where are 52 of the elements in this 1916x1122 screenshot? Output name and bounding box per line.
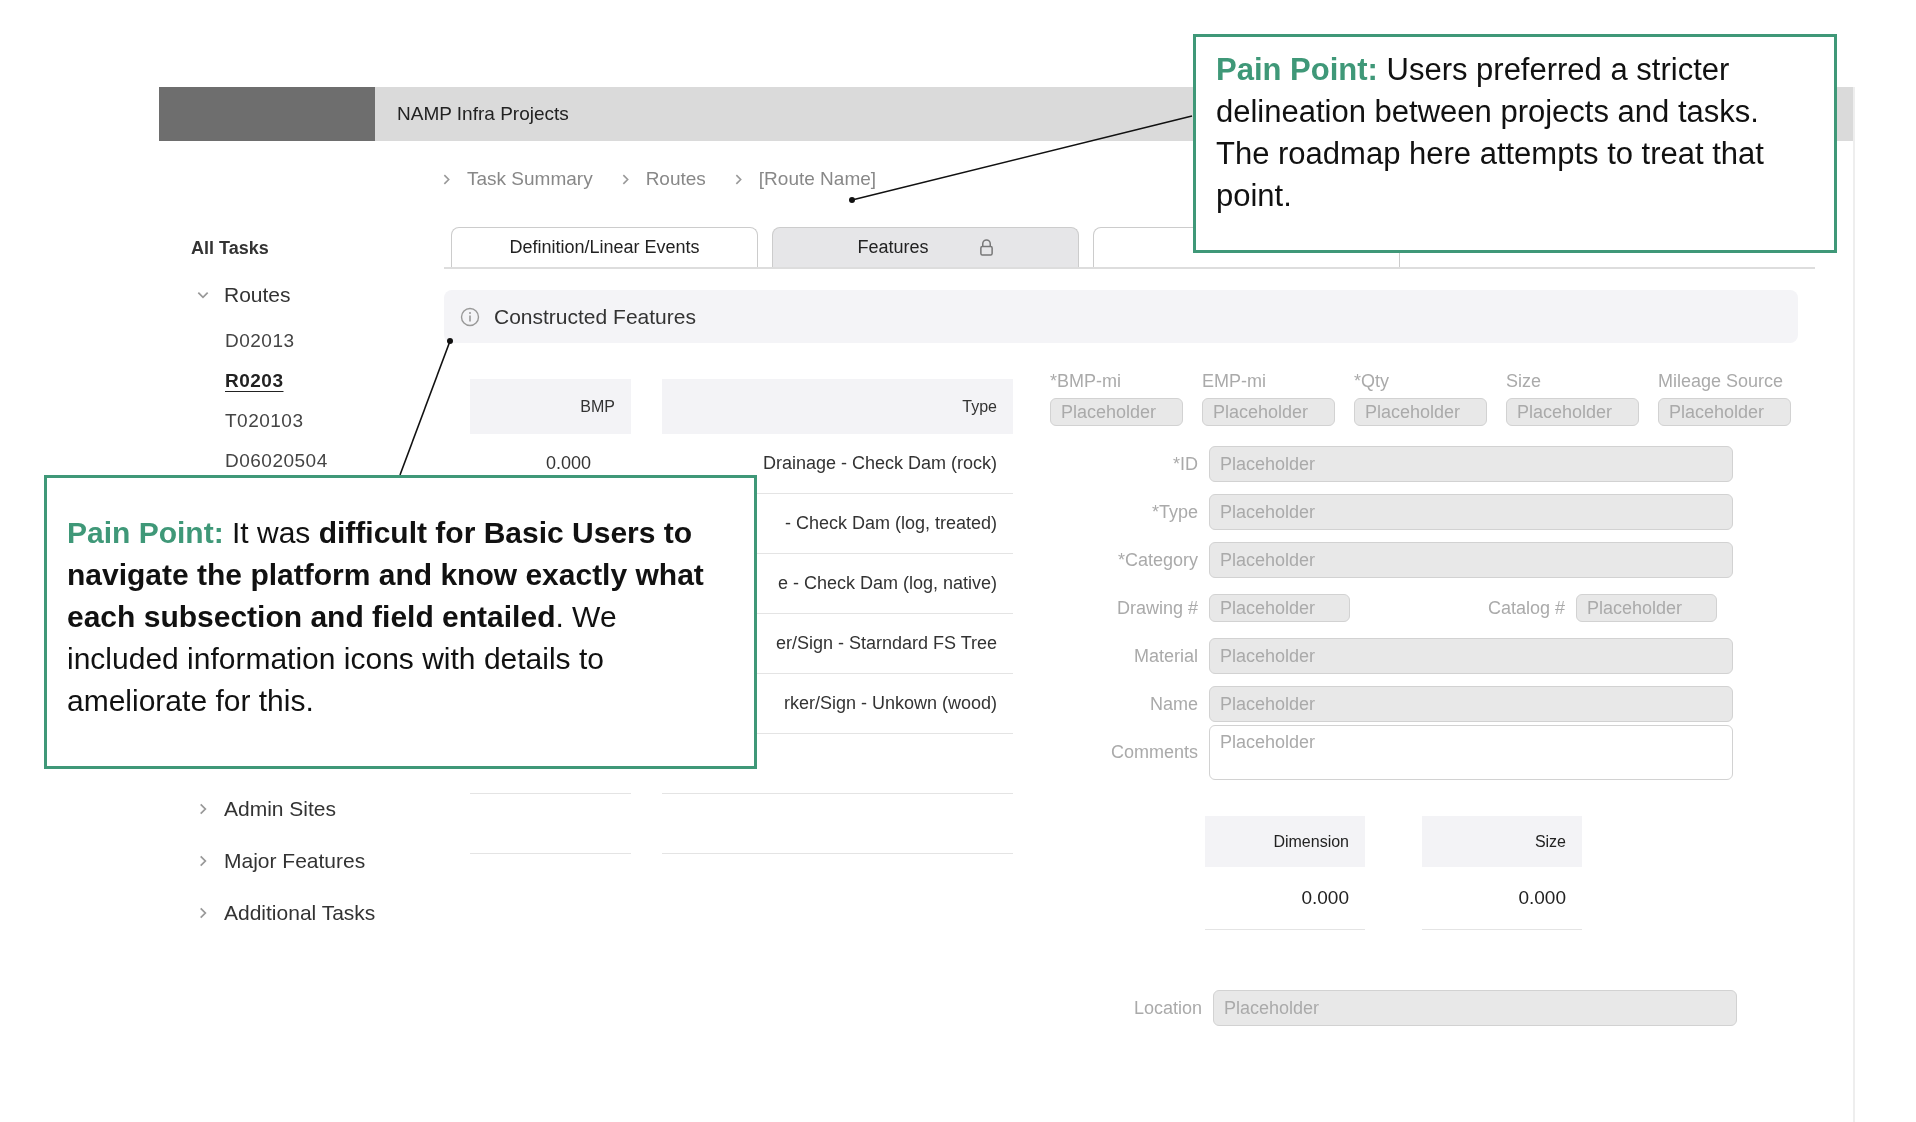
input-field[interactable]: Placeholder: [1209, 594, 1350, 622]
field-label: Drawing #: [1115, 597, 1198, 619]
input-field[interactable]: Placeholder: [1658, 398, 1791, 426]
input-field[interactable]: Placeholder: [1354, 398, 1487, 426]
field-label: *Type: [1150, 501, 1198, 523]
tab[interactable]: Definition/Linear Events: [451, 227, 758, 267]
field-label: Mileage Source: [1658, 371, 1785, 392]
input-field[interactable]: Placeholder: [1576, 594, 1717, 622]
field-label: *Category: [1116, 549, 1198, 571]
field-label: Catalog #: [1486, 597, 1565, 619]
field-label: Material: [1132, 645, 1198, 667]
sidebar-item[interactable]: T020103: [225, 401, 444, 441]
input-field[interactable]: Placeholder: [1209, 494, 1733, 530]
input-field[interactable]: Placeholder: [1506, 398, 1639, 426]
app-title: NAMP Infra Projects: [397, 103, 569, 125]
callout-text: Pain Point: Users preferred a stricter delineation between projects and tasks. The roadmap here attempts to treat that point.: [1216, 50, 1765, 215]
input-field[interactable]: Placeholder: [1202, 398, 1335, 426]
column-header: Size: [1422, 816, 1582, 867]
field-label: *BMP-mi: [1050, 371, 1122, 392]
breadcrumb-link[interactable]: Routes: [645, 168, 706, 190]
field-label: Comments: [1109, 741, 1198, 763]
lock-icon: [978, 239, 994, 256]
info-icon[interactable]: [460, 306, 480, 327]
input-field[interactable]: Placeholder: [1209, 638, 1733, 674]
input-field[interactable]: Placeholder: [1209, 446, 1733, 482]
sidebar-item[interactable]: Major Features: [224, 849, 366, 873]
sidebar-item[interactable]: Additional Tasks: [224, 901, 376, 925]
column-header: BMP: [470, 379, 631, 434]
sidebar-item[interactable]: R0203: [225, 361, 444, 401]
breadcrumb-link[interactable]: Task Summary: [467, 168, 593, 190]
sidebar-item[interactable]: Admin Sites: [224, 797, 337, 821]
input-field[interactable]: Placeholder: [1209, 542, 1733, 578]
input-field[interactable]: Placeholder: [1213, 990, 1737, 1026]
table-cell: 0.000: [1422, 867, 1582, 930]
field-label: EMP-mi: [1202, 371, 1267, 392]
tab[interactable]: Features: [772, 227, 1079, 267]
table-cell: 0.000: [1205, 867, 1365, 930]
sidebar-item[interactable]: Routes: [224, 283, 291, 307]
column-header: Type: [662, 379, 1013, 434]
field-label: *ID: [1172, 453, 1198, 475]
input-field[interactable]: Placeholder: [1209, 686, 1733, 722]
section-title: Constructed Features: [494, 304, 696, 329]
field-label: Size: [1506, 371, 1542, 392]
field-label: Location: [1132, 997, 1202, 1019]
sidebar-heading: All Tasks: [191, 237, 270, 260]
field-label: Name: [1149, 693, 1198, 715]
field-label: *Qty: [1354, 371, 1390, 392]
sidebar-item[interactable]: D02013: [225, 321, 444, 361]
column-header: Dimension: [1205, 816, 1365, 867]
text-area[interactable]: Placeholder: [1209, 724, 1733, 780]
breadcrumb-link[interactable]: [Route Name]: [758, 168, 877, 190]
input-field[interactable]: Placeholder: [1050, 398, 1183, 426]
